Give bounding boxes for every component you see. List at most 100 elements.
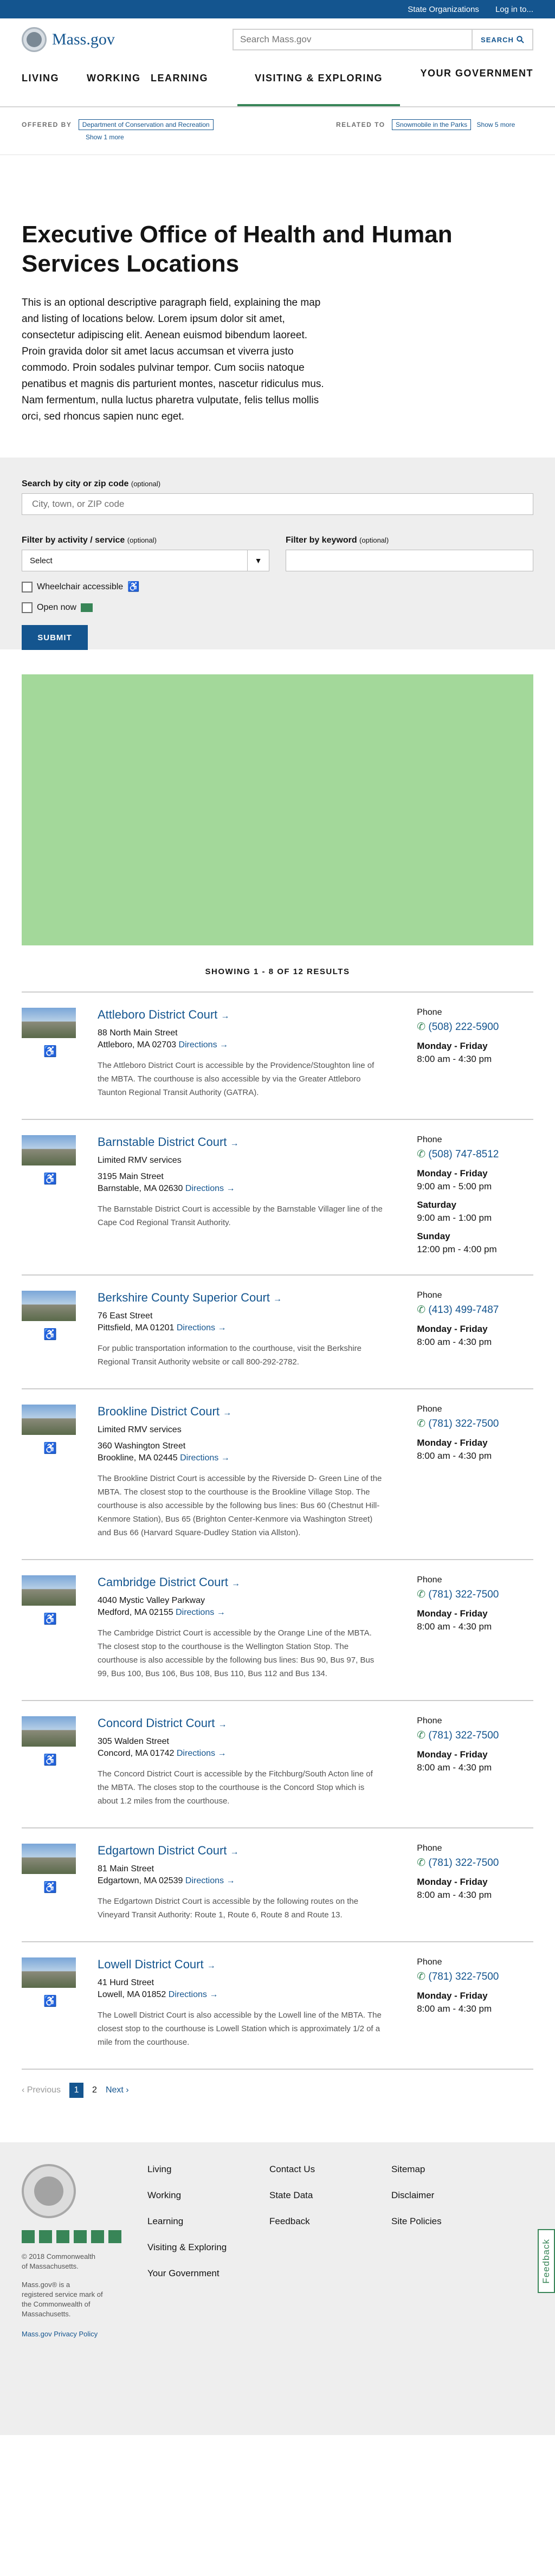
footer-link-site-policies[interactable]: Site Policies (391, 2216, 500, 2227)
location-city: Concord, MA 01742 (98, 1749, 175, 1758)
linkedin-icon[interactable] (56, 2230, 69, 2243)
footer-link-state-data[interactable]: State Data (269, 2190, 391, 2201)
wheelchair-checkbox-row[interactable]: Wheelchair accessible ♿ (22, 581, 533, 593)
footer-link-working[interactable]: Working (147, 2190, 269, 2201)
location-description: The Concord District Court is accessible… (98, 1769, 373, 1806)
phone-link[interactable]: ✆ (781) 322-7500 (417, 1970, 533, 1983)
open-now-checkbox[interactable] (22, 602, 33, 613)
home-logo[interactable]: Mass.gov (22, 27, 115, 52)
location-name-link[interactable]: Edgartown District Court → (98, 1844, 383, 1858)
phone-link[interactable]: ✆ (781) 322-7500 (417, 1588, 533, 1601)
activity-select[interactable]: Select ▼ (22, 550, 269, 571)
location-name-link[interactable]: Lowell District Court → (98, 1957, 383, 1972)
directions-link[interactable]: Directions → (176, 1608, 225, 1617)
phone-icon: ✆ (417, 1304, 426, 1316)
submit-button[interactable]: SUBMIT (22, 625, 88, 650)
pagination-page-2[interactable]: 2 (92, 2085, 97, 2095)
phone-link[interactable]: ✆ (781) 322-7500 (417, 1857, 533, 1869)
related-to-link[interactable]: Snowmobile in the Parks (392, 119, 472, 130)
location-street: 41 Hurd Street (98, 1978, 154, 1987)
location-name-link[interactable]: Attleboro District Court → (98, 1008, 383, 1022)
directions-link[interactable]: Directions → (178, 1040, 228, 1049)
directions-link[interactable]: Directions → (169, 1990, 218, 1999)
location-name-link[interactable]: Brookline District Court → (98, 1405, 383, 1419)
footer-link-contact[interactable]: Contact Us (269, 2164, 391, 2175)
location-services: Limited RMV services (98, 1425, 182, 1434)
keyword-input[interactable] (286, 550, 533, 571)
offered-by-link[interactable]: Department of Conservation and Recreatio… (78, 119, 214, 130)
footer-link-disclaimer[interactable]: Disclaimer (391, 2190, 500, 2201)
phone-link[interactable]: ✆ (781) 322-7500 (417, 1418, 533, 1430)
phone-icon: ✆ (417, 1418, 426, 1429)
feedback-tab[interactable]: Feedback (538, 2229, 555, 2293)
result-item: ♿ Berkshire County Superior Court → 76 Eas… (22, 1274, 533, 1388)
nav-learning[interactable]: LEARNING (151, 61, 237, 106)
location-services: Limited RMV services (98, 1156, 182, 1165)
footer-link-sitemap[interactable]: Sitemap (391, 2164, 500, 2175)
directions-link[interactable]: Directions → (177, 1323, 227, 1332)
youtube-icon[interactable] (74, 2230, 87, 2243)
wheelchair-label: Wheelchair accessible (37, 582, 124, 591)
related-to-label: RELATED TO (336, 121, 385, 128)
result-item: ♿ Lowell District Court → 41 Hurd Street Lo… (22, 1941, 533, 2069)
open-now-checkbox-row[interactable]: Open now (22, 602, 533, 613)
offered-show-more[interactable]: Show 1 more (86, 133, 314, 141)
location-name-link[interactable]: Berkshire County Superior Court → (98, 1291, 383, 1305)
rss-icon[interactable] (91, 2230, 104, 2243)
location-photo (22, 1844, 76, 1874)
org-bar: OFFERED BY Department of Conservation an… (0, 107, 555, 155)
nav-working[interactable]: WORKING (87, 61, 151, 106)
wheelchair-icon: ♿ (43, 1613, 57, 1625)
optional-tag: (optional) (127, 536, 157, 544)
nav-living[interactable]: LIVING (22, 61, 87, 106)
site-footer: © 2018 Commonwealth of Massachusetts. Ma… (0, 2142, 555, 2435)
activity-filter-label-text: Filter by activity / service (22, 536, 125, 545)
result-item: ♿ Edgartown District Court → 81 Main Stree… (22, 1827, 533, 1941)
login-link[interactable]: Log in to... (495, 5, 533, 14)
phone-number: (781) 322-7500 (428, 1857, 499, 1869)
search-button-label: SEARCH (481, 35, 514, 44)
phone-label: Phone (417, 1008, 442, 1017)
twitter-icon[interactable] (39, 2230, 52, 2243)
site-search-input[interactable] (234, 30, 472, 49)
directions-link[interactable]: Directions → (180, 1453, 230, 1463)
directions-link[interactable]: Directions → (185, 1876, 235, 1885)
footer-link-feedback[interactable]: Feedback (269, 2216, 391, 2227)
phone-icon: ✆ (417, 1021, 426, 1033)
location-description: The Edgartown District Court is accessib… (98, 1897, 359, 1920)
directions-link[interactable]: Directions → (177, 1749, 227, 1758)
nav-your-government[interactable]: YOUR GOVERNMENT (400, 61, 533, 106)
wheelchair-checkbox[interactable] (22, 581, 33, 593)
email-icon[interactable] (108, 2230, 121, 2243)
privacy-policy-link[interactable]: Mass.gov Privacy Policy (22, 2330, 146, 2338)
location-city: Pittsfield, MA 01201 (98, 1323, 175, 1332)
pagination-page-1[interactable]: 1 (69, 2083, 84, 2098)
footer-link-living[interactable]: Living (147, 2164, 269, 2175)
hours-day: Monday - Friday (417, 1749, 488, 1760)
nav-visiting-exploring[interactable]: VISITING & EXPLORING (237, 61, 400, 106)
wheelchair-icon: ♿ (43, 1046, 57, 1058)
arrow-right-icon: → (273, 1295, 282, 1304)
phone-link[interactable]: ✆ (781) 322-7500 (417, 1729, 533, 1742)
directions-link[interactable]: Directions → (185, 1184, 235, 1193)
search-button[interactable]: SEARCH (472, 30, 532, 49)
city-zip-input[interactable]: City, town, or ZIP code (22, 493, 533, 515)
service-mark: Mass.gov® is a registered service mark o… (22, 2281, 103, 2318)
location-name-link[interactable]: Concord District Court → (98, 1716, 383, 1730)
state-organizations-link[interactable]: State Organizations (408, 5, 479, 14)
facebook-icon[interactable] (22, 2230, 35, 2243)
location-name-link[interactable]: Barnstable District Court → (98, 1135, 383, 1149)
footer-link-visiting[interactable]: Visiting & Exploring (147, 2242, 269, 2253)
location-name-link[interactable]: Cambridge District Court → (98, 1575, 383, 1589)
phone-link[interactable]: ✆ (508) 222-5900 (417, 1021, 533, 1033)
phone-link[interactable]: ✆ (413) 499-7487 (417, 1304, 533, 1316)
related-show-more[interactable]: Show 5 more (477, 121, 515, 128)
pagination-next[interactable]: Next › (106, 2085, 129, 2095)
hours-time: 12:00 pm - 4:00 pm (417, 1244, 497, 1254)
footer-link-government[interactable]: Your Government (147, 2268, 269, 2279)
footer-link-learning[interactable]: Learning (147, 2216, 269, 2227)
phone-label: Phone (417, 1716, 442, 1725)
pagination-previous[interactable]: ‹ Previous (22, 2085, 61, 2095)
phone-link[interactable]: ✆ (508) 747-8512 (417, 1148, 533, 1161)
locations-map[interactable] (22, 674, 533, 945)
